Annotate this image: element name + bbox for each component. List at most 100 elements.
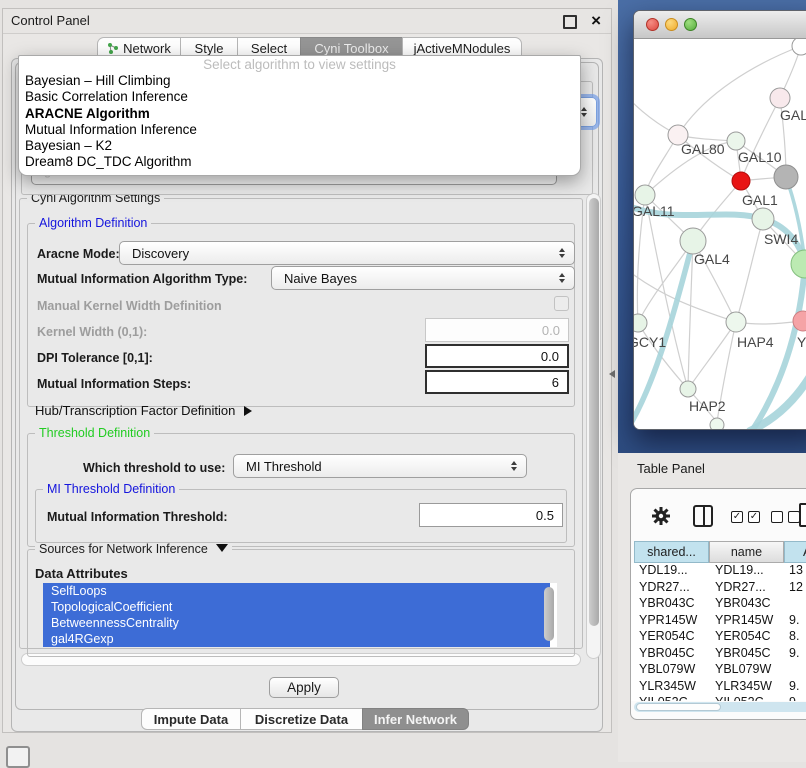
list-scrollbar-thumb[interactable] [544, 587, 554, 641]
scrollbar-thumb[interactable] [636, 703, 721, 711]
node-label: GCY1 [634, 334, 666, 350]
desktop-background: GAL GAL80 GAL10 GAL1 GAL11 GAL4 SWI4 GCY… [618, 0, 806, 455]
table-horizontal-scrollbar[interactable] [634, 702, 806, 712]
table-body: YDL19...YDL19...13 YDR27...YDR27...12 YB… [631, 563, 806, 701]
kernel-width-label: Kernel Width (0,1): [37, 325, 147, 339]
list-item[interactable]: TopologicalCoefficient [43, 599, 550, 615]
dpi-tolerance-label: DPI Tolerance [0,1]: [37, 351, 153, 365]
node-label: GAL10 [738, 149, 782, 165]
tab-impute-data[interactable]: Impute Data [141, 708, 241, 730]
control-panel-titlebar: Control Panel × [3, 9, 611, 34]
node-label: GAL80 [681, 141, 725, 157]
node-hap4[interactable] [726, 312, 746, 332]
stepper-icon [581, 107, 587, 117]
list-item[interactable]: BetweennessCentrality [43, 615, 550, 631]
column-header-name[interactable]: name [709, 541, 784, 563]
network-window-titlebar[interactable] [634, 11, 806, 39]
dropdown-item[interactable]: Bayesian – K2 [19, 138, 580, 154]
stepper-icon [559, 273, 565, 283]
file-icon[interactable] [799, 503, 806, 527]
node-label: HAP2 [689, 398, 726, 414]
node-label: GAL [780, 107, 806, 123]
kernel-width-field[interactable] [425, 318, 569, 342]
table-panel-title: Table Panel [637, 461, 705, 476]
node-green-large[interactable] [791, 250, 806, 278]
hub-definition-toggle[interactable]: Hub/Transcription Factor Definition [35, 403, 252, 418]
node-gal10[interactable] [727, 132, 745, 150]
which-threshold-select[interactable]: MI Threshold [233, 454, 527, 478]
list-item[interactable]: SelfLoops [43, 583, 550, 599]
minimize-traffic-light[interactable] [665, 18, 678, 31]
aracne-mode-select[interactable]: Discovery [119, 241, 575, 265]
manual-kernel-label: Manual Kernel Width Definition [37, 299, 222, 313]
node-table-window: ✓✓ shared... name A YDL19...YDL19...13 Y… [630, 488, 806, 720]
node-swi4[interactable] [752, 208, 774, 230]
group-title: Threshold Definition [35, 427, 154, 440]
group-title: Algorithm Definition [35, 217, 151, 230]
which-threshold-label: Which threshold to use: [83, 461, 225, 475]
select-all-checkboxes-icon[interactable]: ✓✓ [731, 511, 760, 523]
table-row[interactable]: YDR27...YDR27...12 [631, 580, 806, 597]
splitter-handle-icon[interactable] [609, 370, 615, 378]
node-gray[interactable] [774, 165, 798, 189]
mi-threshold-field[interactable] [419, 503, 563, 527]
node-gal1[interactable] [732, 172, 750, 190]
scrollbar-thumb[interactable] [589, 198, 599, 626]
zoom-traffic-light[interactable] [684, 18, 697, 31]
deselect-all-checkboxes-icon[interactable] [771, 511, 800, 523]
column-header-shared-name[interactable]: shared... [634, 541, 709, 563]
chevron-down-icon [216, 544, 228, 552]
float-window-icon[interactable] [563, 15, 577, 29]
network-icon [107, 42, 119, 55]
mi-steps-field[interactable] [425, 370, 569, 394]
node-gal11[interactable] [635, 185, 655, 205]
close-traffic-light[interactable] [646, 18, 659, 31]
apply-button[interactable]: Apply [269, 677, 339, 698]
table-row[interactable]: YPR145WYPR145W9. [631, 613, 806, 630]
network-graph: GAL GAL80 GAL10 GAL1 GAL11 GAL4 SWI4 GCY… [634, 39, 806, 429]
panel-title: Control Panel [11, 9, 90, 33]
dropdown-item[interactable]: Bayesian – Hill Climbing [19, 73, 580, 89]
node[interactable] [792, 39, 806, 55]
tab-infer-network[interactable]: Infer Network [362, 708, 469, 730]
node[interactable] [710, 418, 724, 429]
docked-panel-icon[interactable] [6, 746, 30, 768]
table-panel: Table Panel ✓✓ shared... [618, 453, 806, 762]
mi-type-select[interactable]: Naive Bayes [271, 266, 575, 290]
dpi-tolerance-field[interactable] [425, 344, 569, 368]
manual-kernel-checkbox[interactable] [554, 296, 569, 311]
table-row[interactable]: YIL052CYIL052C9. [631, 695, 806, 701]
table-row[interactable]: YER054CYER054C8. [631, 629, 806, 646]
dropdown-item[interactable]: Dream8 DC_TDC Algorithm [19, 154, 580, 170]
network-view-window: GAL GAL80 GAL10 GAL1 GAL11 GAL4 SWI4 GCY… [633, 10, 806, 430]
mi-steps-label: Mutual Information Steps: [37, 377, 191, 391]
close-icon[interactable]: × [591, 9, 601, 33]
algorithm-dropdown-list: Select algorithm to view settings Bayesi… [18, 55, 581, 176]
node-label: GAL11 [634, 203, 675, 219]
network-canvas[interactable]: GAL GAL80 GAL10 GAL1 GAL11 GAL4 SWI4 GCY… [634, 39, 806, 429]
dropdown-item[interactable]: Mutual Information Inference [19, 122, 580, 138]
settings-vertical-scrollbar[interactable] [586, 193, 601, 659]
node-hap2[interactable] [680, 381, 696, 397]
tab-discretize-data[interactable]: Discretize Data [240, 708, 363, 730]
sources-toggle[interactable]: Sources for Network Inference [35, 543, 232, 556]
stepper-icon [559, 248, 565, 258]
column-layout-icon[interactable] [693, 505, 713, 527]
column-header-partial[interactable]: A [784, 541, 806, 563]
settings-gear-icon[interactable] [651, 506, 671, 531]
tab-label: Network [123, 41, 171, 56]
node-label: GAL1 [742, 192, 778, 208]
dropdown-item[interactable]: Basic Correlation Inference [19, 89, 580, 105]
mi-threshold-label: Mutual Information Threshold: [47, 510, 228, 524]
dropdown-item-selected[interactable]: ARACNE Algorithm [19, 106, 580, 122]
table-row[interactable]: YLR345WYLR345W9. [631, 679, 806, 696]
list-item[interactable]: gal4RGexp [43, 631, 550, 647]
table-row[interactable]: YDL19...YDL19...13 [631, 563, 806, 580]
table-row[interactable]: YBR045CYBR045C9. [631, 646, 806, 663]
node-gcy1[interactable] [634, 314, 647, 332]
table-row[interactable]: YBR043CYBR043C [631, 596, 806, 613]
node-label: SWI4 [764, 231, 798, 247]
node-gal[interactable] [770, 88, 790, 108]
table-row[interactable]: YBL079WYBL079W [631, 662, 806, 679]
mi-type-label: Mutual Information Algorithm Type: [37, 272, 247, 286]
